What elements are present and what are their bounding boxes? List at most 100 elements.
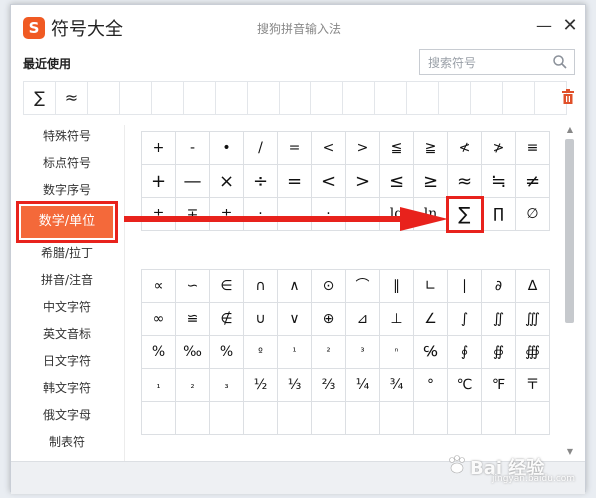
- symbol-cell[interactable]: ℉: [482, 369, 516, 402]
- recent-symbol-cell[interactable]: [311, 82, 344, 114]
- symbol-cell[interactable]: º: [244, 336, 278, 369]
- symbol-cell[interactable]: ≒: [482, 165, 516, 198]
- category-item[interactable]: 数字序号: [11, 177, 123, 204]
- symbol-cell[interactable]: [380, 402, 414, 435]
- symbol-cell[interactable]: [210, 402, 244, 435]
- symbol-cell[interactable]: ₂: [176, 369, 210, 402]
- category-item[interactable]: 中文字符: [11, 294, 123, 321]
- recent-symbol-cell[interactable]: [471, 82, 504, 114]
- category-item[interactable]: 韩文字符: [11, 375, 123, 402]
- symbol-cell[interactable]: ℅: [414, 336, 448, 369]
- symbol-cell[interactable]: ∫: [448, 303, 482, 336]
- symbol-cell[interactable]: >: [346, 165, 380, 198]
- symbol-cell[interactable]: ½: [244, 369, 278, 402]
- symbol-cell[interactable]: ⊥: [380, 303, 414, 336]
- category-item[interactable]: 日文字符: [11, 348, 123, 375]
- category-item[interactable]: 拼音/注音: [11, 267, 123, 294]
- recent-symbol-cell[interactable]: [503, 82, 535, 114]
- symbol-cell[interactable]: lg: [380, 198, 414, 231]
- recent-symbol-cell[interactable]: [280, 82, 312, 114]
- symbol-cell[interactable]: ≮: [448, 132, 482, 165]
- symbol-cell[interactable]: ₃: [210, 369, 244, 402]
- symbol-cell[interactable]: ∉: [210, 303, 244, 336]
- symbol-cell[interactable]: [346, 402, 380, 435]
- recent-symbol-cell[interactable]: [439, 82, 472, 114]
- symbol-cell[interactable]: ‥: [278, 198, 312, 231]
- category-item[interactable]: 标点符号: [11, 150, 123, 177]
- category-item[interactable]: 数学/单位: [16, 201, 118, 243]
- category-item[interactable]: 希腊/拉丁: [11, 240, 123, 267]
- symbol-cell[interactable]: ⅔: [312, 369, 346, 402]
- symbol-cell[interactable]: ⁿ: [380, 336, 414, 369]
- symbol-cell[interactable]: ∟: [414, 270, 448, 303]
- category-item[interactable]: 特殊符号: [11, 123, 123, 150]
- symbol-cell[interactable]: ≤: [380, 165, 414, 198]
- symbol-cell[interactable]: ÷: [244, 165, 278, 198]
- recent-symbol-cell[interactable]: [120, 82, 152, 114]
- recent-symbol-cell[interactable]: [184, 82, 216, 114]
- symbol-cell[interactable]: ‥: [346, 198, 380, 231]
- category-item[interactable]: 英文音标: [11, 321, 123, 348]
- trash-icon[interactable]: [561, 89, 575, 105]
- symbol-cell[interactable]: ≥: [414, 165, 448, 198]
- symbol-cell[interactable]: -: [176, 132, 210, 165]
- symbol-cell[interactable]: ∧: [278, 270, 312, 303]
- symbol-cell[interactable]: ²: [312, 336, 346, 369]
- symbol-cell[interactable]: ∓: [176, 198, 210, 231]
- symbol-cell[interactable]: /: [244, 132, 278, 165]
- minimize-button[interactable]: —: [533, 15, 555, 37]
- symbol-cell[interactable]: ≯: [482, 132, 516, 165]
- symbol-cell[interactable]: [176, 402, 210, 435]
- recent-symbol-cell[interactable]: [343, 82, 376, 114]
- symbol-cell[interactable]: ⌒: [346, 270, 380, 303]
- symbol-cell[interactable]: ≈: [448, 165, 482, 198]
- symbol-cell[interactable]: ³: [346, 336, 380, 369]
- symbol-cell[interactable]: +: [142, 132, 176, 165]
- symbol-cell[interactable]: =: [278, 132, 312, 165]
- symbol-cell[interactable]: ∞: [142, 303, 176, 336]
- symbol-cell[interactable]: ₁: [142, 369, 176, 402]
- symbol-cell[interactable]: ⅓: [278, 369, 312, 402]
- symbol-cell[interactable]: ∝: [142, 270, 176, 303]
- symbol-cell[interactable]: %: [142, 336, 176, 369]
- symbol-cell[interactable]: +: [142, 165, 176, 198]
- symbol-cell[interactable]: ¾: [380, 369, 414, 402]
- symbol-cell[interactable]: [414, 402, 448, 435]
- symbol-cell[interactable]: ∮: [448, 336, 482, 369]
- symbol-cell[interactable]: ≦: [380, 132, 414, 165]
- symbol-cell[interactable]: ≡: [516, 132, 550, 165]
- symbol-cell[interactable]: =: [278, 165, 312, 198]
- symbol-cell[interactable]: ≌: [176, 303, 210, 336]
- recent-symbol-cell[interactable]: [407, 82, 440, 114]
- recent-symbol-cell[interactable]: [216, 82, 248, 114]
- symbol-cell[interactable]: ∰: [516, 336, 550, 369]
- symbol-cell[interactable]: <: [312, 132, 346, 165]
- symbol-cell[interactable]: ∑: [446, 196, 484, 233]
- search-icon[interactable]: [552, 54, 568, 70]
- symbol-cell[interactable]: ℃: [448, 369, 482, 402]
- symbol-cell[interactable]: [142, 402, 176, 435]
- symbol-cell[interactable]: °: [414, 369, 448, 402]
- symbol-cell[interactable]: ‰: [176, 336, 210, 369]
- symbol-cell[interactable]: ∈: [210, 270, 244, 303]
- category-item[interactable]: 俄文字母: [11, 402, 123, 429]
- symbol-cell[interactable]: [482, 402, 516, 435]
- symbol-cell[interactable]: ⊙: [312, 270, 346, 303]
- symbol-cell[interactable]: ∆: [516, 270, 550, 303]
- symbol-cell[interactable]: %: [210, 336, 244, 369]
- recent-symbol-cell[interactable]: [88, 82, 120, 114]
- symbol-cell[interactable]: ∯: [482, 336, 516, 369]
- symbol-cell[interactable]: [312, 402, 346, 435]
- scrollbar[interactable]: ▲ ▼: [563, 125, 577, 457]
- recent-symbol-cell[interactable]: [375, 82, 408, 114]
- symbol-cell[interactable]: [278, 402, 312, 435]
- symbol-cell[interactable]: >: [346, 132, 380, 165]
- symbol-cell[interactable]: 〒: [516, 369, 550, 402]
- symbol-cell[interactable]: [448, 402, 482, 435]
- recent-symbol-cell[interactable]: [248, 82, 280, 114]
- symbol-cell[interactable]: [516, 402, 550, 435]
- title-bar[interactable]: S 符号大全 搜狗拼音输入法 — ✕: [11, 5, 585, 45]
- symbol-cell[interactable]: ⊕: [312, 303, 346, 336]
- symbol-cell[interactable]: ∅: [516, 198, 550, 231]
- symbol-cell[interactable]: ∪: [244, 303, 278, 336]
